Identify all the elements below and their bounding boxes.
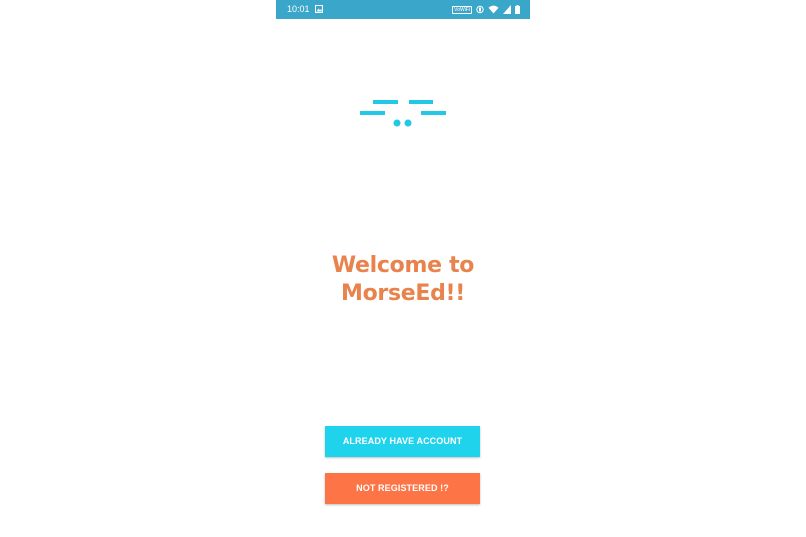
logo-dot [393, 119, 401, 127]
logo-dot [404, 119, 412, 127]
status-icons: VoWiFi [452, 4, 520, 15]
network-badge: VoWiFi [452, 5, 472, 14]
vibrate-icon [476, 5, 484, 14]
battery-icon [515, 5, 520, 14]
phone-screen: 10:01 VoWiFi Welcome to MorseEd!! ALREAD… [276, 0, 530, 537]
welcome-title: Welcome to MorseEd!! [276, 252, 530, 308]
welcome-line-2: MorseEd!! [340, 281, 465, 306]
logo-dash [360, 111, 385, 115]
welcome-line-1: Welcome to [331, 253, 475, 278]
logo-dash [409, 100, 433, 104]
logo-dash [421, 111, 446, 115]
gallery-icon [315, 5, 323, 13]
logo-dash [373, 100, 398, 104]
signal-icon [503, 5, 511, 14]
wifi-icon [488, 5, 499, 14]
status-time: 10:01 [287, 4, 310, 14]
not-registered-button[interactable]: NOT REGISTERED !? [325, 473, 480, 504]
status-bar: 10:01 VoWiFi [276, 0, 530, 19]
already-have-account-button[interactable]: ALREADY HAVE ACCOUNT [325, 426, 480, 457]
morse-logo-icon [360, 100, 446, 127]
